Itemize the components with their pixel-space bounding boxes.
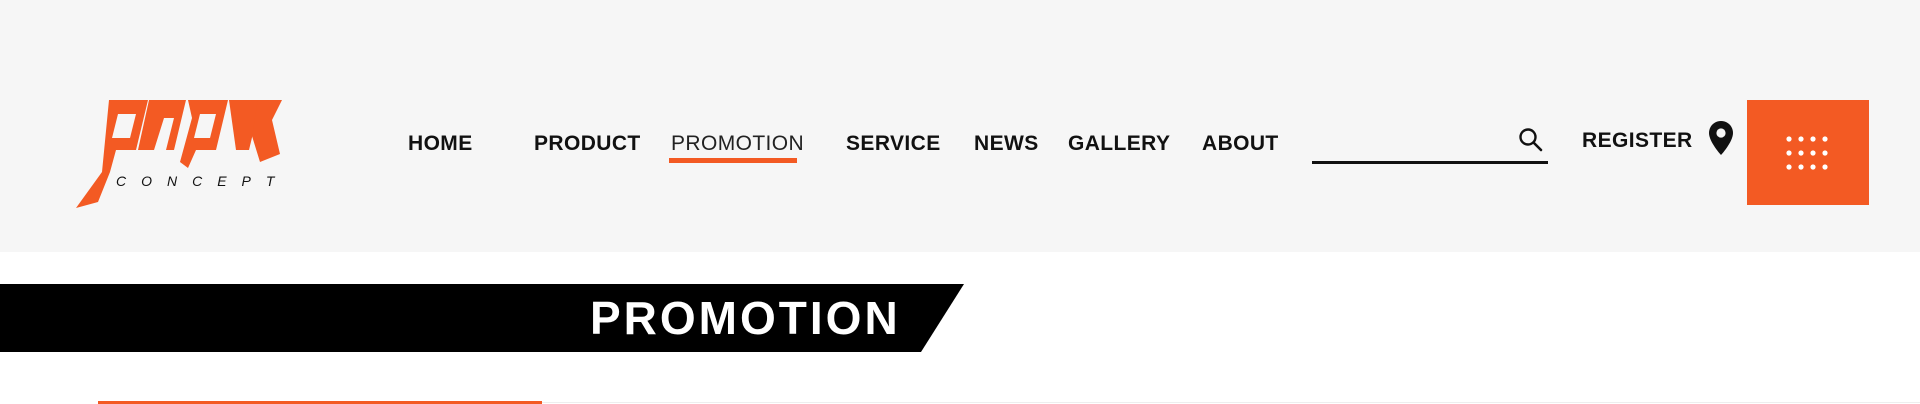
nav-about[interactable]: ABOUT [1202,132,1279,156]
menu-button[interactable] [1747,100,1869,205]
nav-active-indicator [669,158,797,163]
section-divider [542,402,1920,403]
search-underline [1312,161,1548,164]
logo-subtext: CONCEPT [116,173,289,189]
nav-gallery[interactable]: GALLERY [1068,132,1170,156]
page-title-banner: PROMOTION [0,284,964,352]
search-box [1312,126,1548,164]
nav-product[interactable]: PRODUCT [534,132,641,156]
mpk-concept-logo-icon: CONCEPT [76,100,289,208]
map-pin-icon[interactable] [1708,120,1734,156]
nav-promotion[interactable]: PROMOTION [671,132,804,156]
nav-home[interactable]: HOME [408,132,473,156]
page-title: PROMOTION [590,292,901,344]
nav-service[interactable]: SERVICE [846,132,941,156]
brand-logo[interactable]: CONCEPT [76,98,318,210]
search-icon[interactable] [1518,127,1544,153]
nav-news[interactable]: NEWS [974,132,1039,156]
grid-dots-icon [1786,136,1828,170]
register-link[interactable]: REGISTER [1582,129,1693,153]
search-input[interactable] [1312,126,1516,162]
site-header: CONCEPT HOME PRODUCT PROMOTION SERVICE N… [0,0,1920,252]
